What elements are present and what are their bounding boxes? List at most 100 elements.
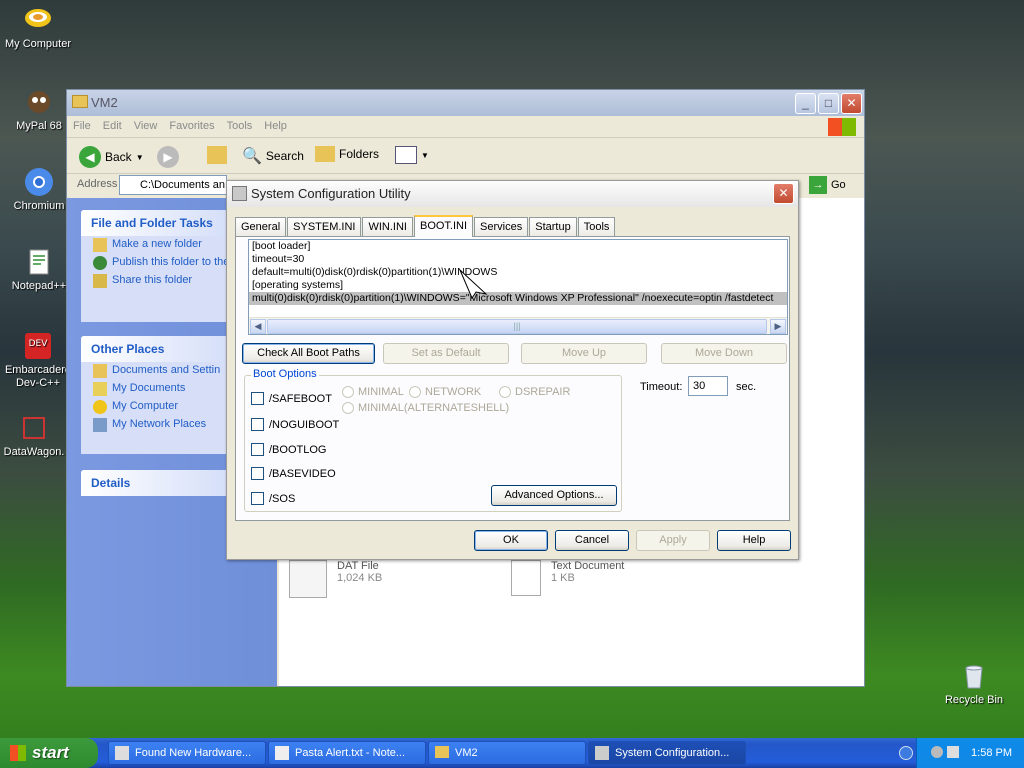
desktop-icon-my-computer[interactable]: My Computer xyxy=(0,4,78,51)
address-label: Address xyxy=(77,178,118,190)
move-up-button[interactable]: Move Up xyxy=(521,343,647,364)
tab-tools[interactable]: Tools xyxy=(577,217,616,236)
taskbar-item-msconfig[interactable]: System Configuration... xyxy=(588,741,746,765)
tab-startup[interactable]: Startup xyxy=(529,217,577,236)
windows-flag-icon xyxy=(10,745,26,761)
close-button[interactable]: ✕ xyxy=(841,93,862,114)
minimize-button[interactable]: _ xyxy=(795,93,816,114)
network-radio[interactable]: NETWORK xyxy=(409,386,481,398)
menu-view[interactable]: View xyxy=(128,116,164,132)
folder-icon xyxy=(93,364,107,378)
advanced-options-button[interactable]: Advanced Options... xyxy=(491,485,617,506)
file-item-txt[interactable]: Text Document 1 KB xyxy=(511,560,624,596)
bootlog-checkbox[interactable]: /BOOTLOG xyxy=(251,443,326,456)
views-button[interactable]: ▼ xyxy=(395,146,429,164)
mypal-icon xyxy=(28,91,50,113)
menu-tools[interactable]: Tools xyxy=(221,116,259,132)
forward-button[interactable]: ▶ xyxy=(157,146,179,168)
go-button[interactable]: → Go xyxy=(809,176,846,194)
check-boot-paths-button[interactable]: Check All Boot Paths xyxy=(242,343,375,364)
horizontal-scrollbar[interactable]: ◀ ||| ▶ xyxy=(249,317,787,334)
computer-icon xyxy=(93,400,107,414)
maximize-button[interactable]: □ xyxy=(818,93,839,114)
timeout-label: Timeout: xyxy=(640,381,683,393)
folders-button[interactable]: Folders xyxy=(315,146,379,162)
move-down-button[interactable]: Move Down xyxy=(661,343,787,364)
forward-arrow-icon: ▶ xyxy=(157,146,179,168)
file-item-dat[interactable]: DAT File 1,024 KB xyxy=(289,560,382,598)
network-icon xyxy=(93,418,107,432)
svg-text:DEV: DEV xyxy=(29,339,49,349)
msconfig-icon xyxy=(595,746,609,760)
cancel-button[interactable]: Cancel xyxy=(555,530,629,551)
globe-icon xyxy=(93,256,107,270)
back-button[interactable]: ◀ Back ▼ xyxy=(79,146,144,168)
tab-strip: General SYSTEM.INI WIN.INI BOOT.INI Serv… xyxy=(235,215,616,237)
timeout-input[interactable]: 30 xyxy=(688,376,728,396)
boot-line[interactable]: timeout=30 xyxy=(249,253,787,266)
share-folder-icon xyxy=(93,274,107,288)
apply-button[interactable]: Apply xyxy=(636,530,710,551)
tab-boot-ini[interactable]: BOOT.INI xyxy=(413,215,474,237)
safeboot-checkbox[interactable]: /SAFEBOOT xyxy=(251,392,332,405)
notepad-icon xyxy=(275,746,289,760)
boot-options-label: Boot Options xyxy=(251,368,319,380)
minimal-radio[interactable]: MINIMAL xyxy=(342,386,404,398)
taskbar-item-notepad[interactable]: Pasta Alert.txt - Note... xyxy=(268,741,426,765)
up-folder-icon xyxy=(207,146,227,164)
folder-icon xyxy=(435,746,449,758)
system-tray: 1:58 PM xyxy=(899,738,1024,768)
dialog-titlebar[interactable]: System Configuration Utility ✕ xyxy=(227,181,798,207)
tab-win-ini[interactable]: WIN.INI xyxy=(362,217,413,236)
sos-checkbox[interactable]: /SOS xyxy=(251,492,295,505)
noguiboot-checkbox[interactable]: /NOGUIBOOT xyxy=(251,418,339,431)
up-folder-button[interactable] xyxy=(207,146,227,164)
datawagon-icon xyxy=(23,417,45,439)
menu-file[interactable]: File xyxy=(67,116,97,132)
recycle-bin-icon xyxy=(965,665,983,689)
desktop-icon-recycle-bin[interactable]: Recycle Bin xyxy=(934,660,1014,707)
notepadpp-icon xyxy=(29,249,49,275)
tab-general[interactable]: General xyxy=(235,217,287,236)
set-default-button[interactable]: Set as Default xyxy=(383,343,509,364)
boot-line[interactable]: [boot loader] xyxy=(249,240,787,253)
alternateshell-radio[interactable]: MINIMAL(ALTERNATESHELL) xyxy=(342,402,509,414)
explorer-titlebar[interactable]: VM2 _ □ ✕ xyxy=(67,90,864,116)
taskbar-item-vm2[interactable]: VM2 xyxy=(428,741,586,765)
chevron-down-icon: ▼ xyxy=(135,152,144,162)
boot-line[interactable]: [operating systems] xyxy=(249,279,787,292)
help-button[interactable]: Help xyxy=(717,530,791,551)
tab-services[interactable]: Services xyxy=(474,217,529,236)
menu-help[interactable]: Help xyxy=(258,116,293,132)
tab-system-ini[interactable]: SYSTEM.INI xyxy=(287,217,362,236)
dsrepair-radio[interactable]: DSREPAIR xyxy=(499,386,570,398)
tray-volume-icon[interactable] xyxy=(947,746,959,758)
dialog-close-button[interactable]: ✕ xyxy=(773,183,794,204)
toolbar: ◀ Back ▼ ▶ 🔍 Search Folders ▼ xyxy=(67,138,864,174)
boot-ini-listbox[interactable]: [boot loader] timeout=30 default=multi(0… xyxy=(248,239,788,335)
scroll-left-button[interactable]: ◀ xyxy=(250,319,266,334)
windows-logo-icon xyxy=(828,118,856,136)
search-button[interactable]: 🔍 Search xyxy=(242,146,304,166)
text-file-icon xyxy=(511,560,541,596)
start-button[interactable]: start xyxy=(0,738,98,768)
desktop-icon-datawagon[interactable]: DataWagon. xyxy=(0,412,74,459)
dat-file-icon xyxy=(289,560,327,598)
address-input[interactable]: C:\Documents an xyxy=(119,175,227,195)
menu-favorites[interactable]: Favorites xyxy=(163,116,220,132)
search-icon: 🔍 xyxy=(242,148,262,165)
taskbar-item-hardware[interactable]: Found New Hardware... xyxy=(108,741,266,765)
tray-chevron-icon[interactable] xyxy=(899,746,913,760)
basevideo-checkbox[interactable]: /BASEVIDEO xyxy=(251,467,336,480)
hardware-icon xyxy=(115,746,129,760)
tray-network-icon[interactable] xyxy=(931,746,943,758)
boot-ini-panel: [boot loader] timeout=30 default=multi(0… xyxy=(235,236,790,521)
scroll-thumb[interactable]: ||| xyxy=(267,319,767,334)
clock[interactable]: 1:58 PM xyxy=(971,747,1012,759)
boot-line-selected[interactable]: multi(0)disk(0)rdisk(0)partition(1)\WIND… xyxy=(249,292,787,305)
ok-button[interactable]: OK xyxy=(474,530,548,551)
menu-edit[interactable]: Edit xyxy=(97,116,128,132)
chevron-down-icon: ▼ xyxy=(421,150,429,160)
boot-line[interactable]: default=multi(0)disk(0)rdisk(0)partition… xyxy=(249,266,787,279)
scroll-right-button[interactable]: ▶ xyxy=(770,319,786,334)
